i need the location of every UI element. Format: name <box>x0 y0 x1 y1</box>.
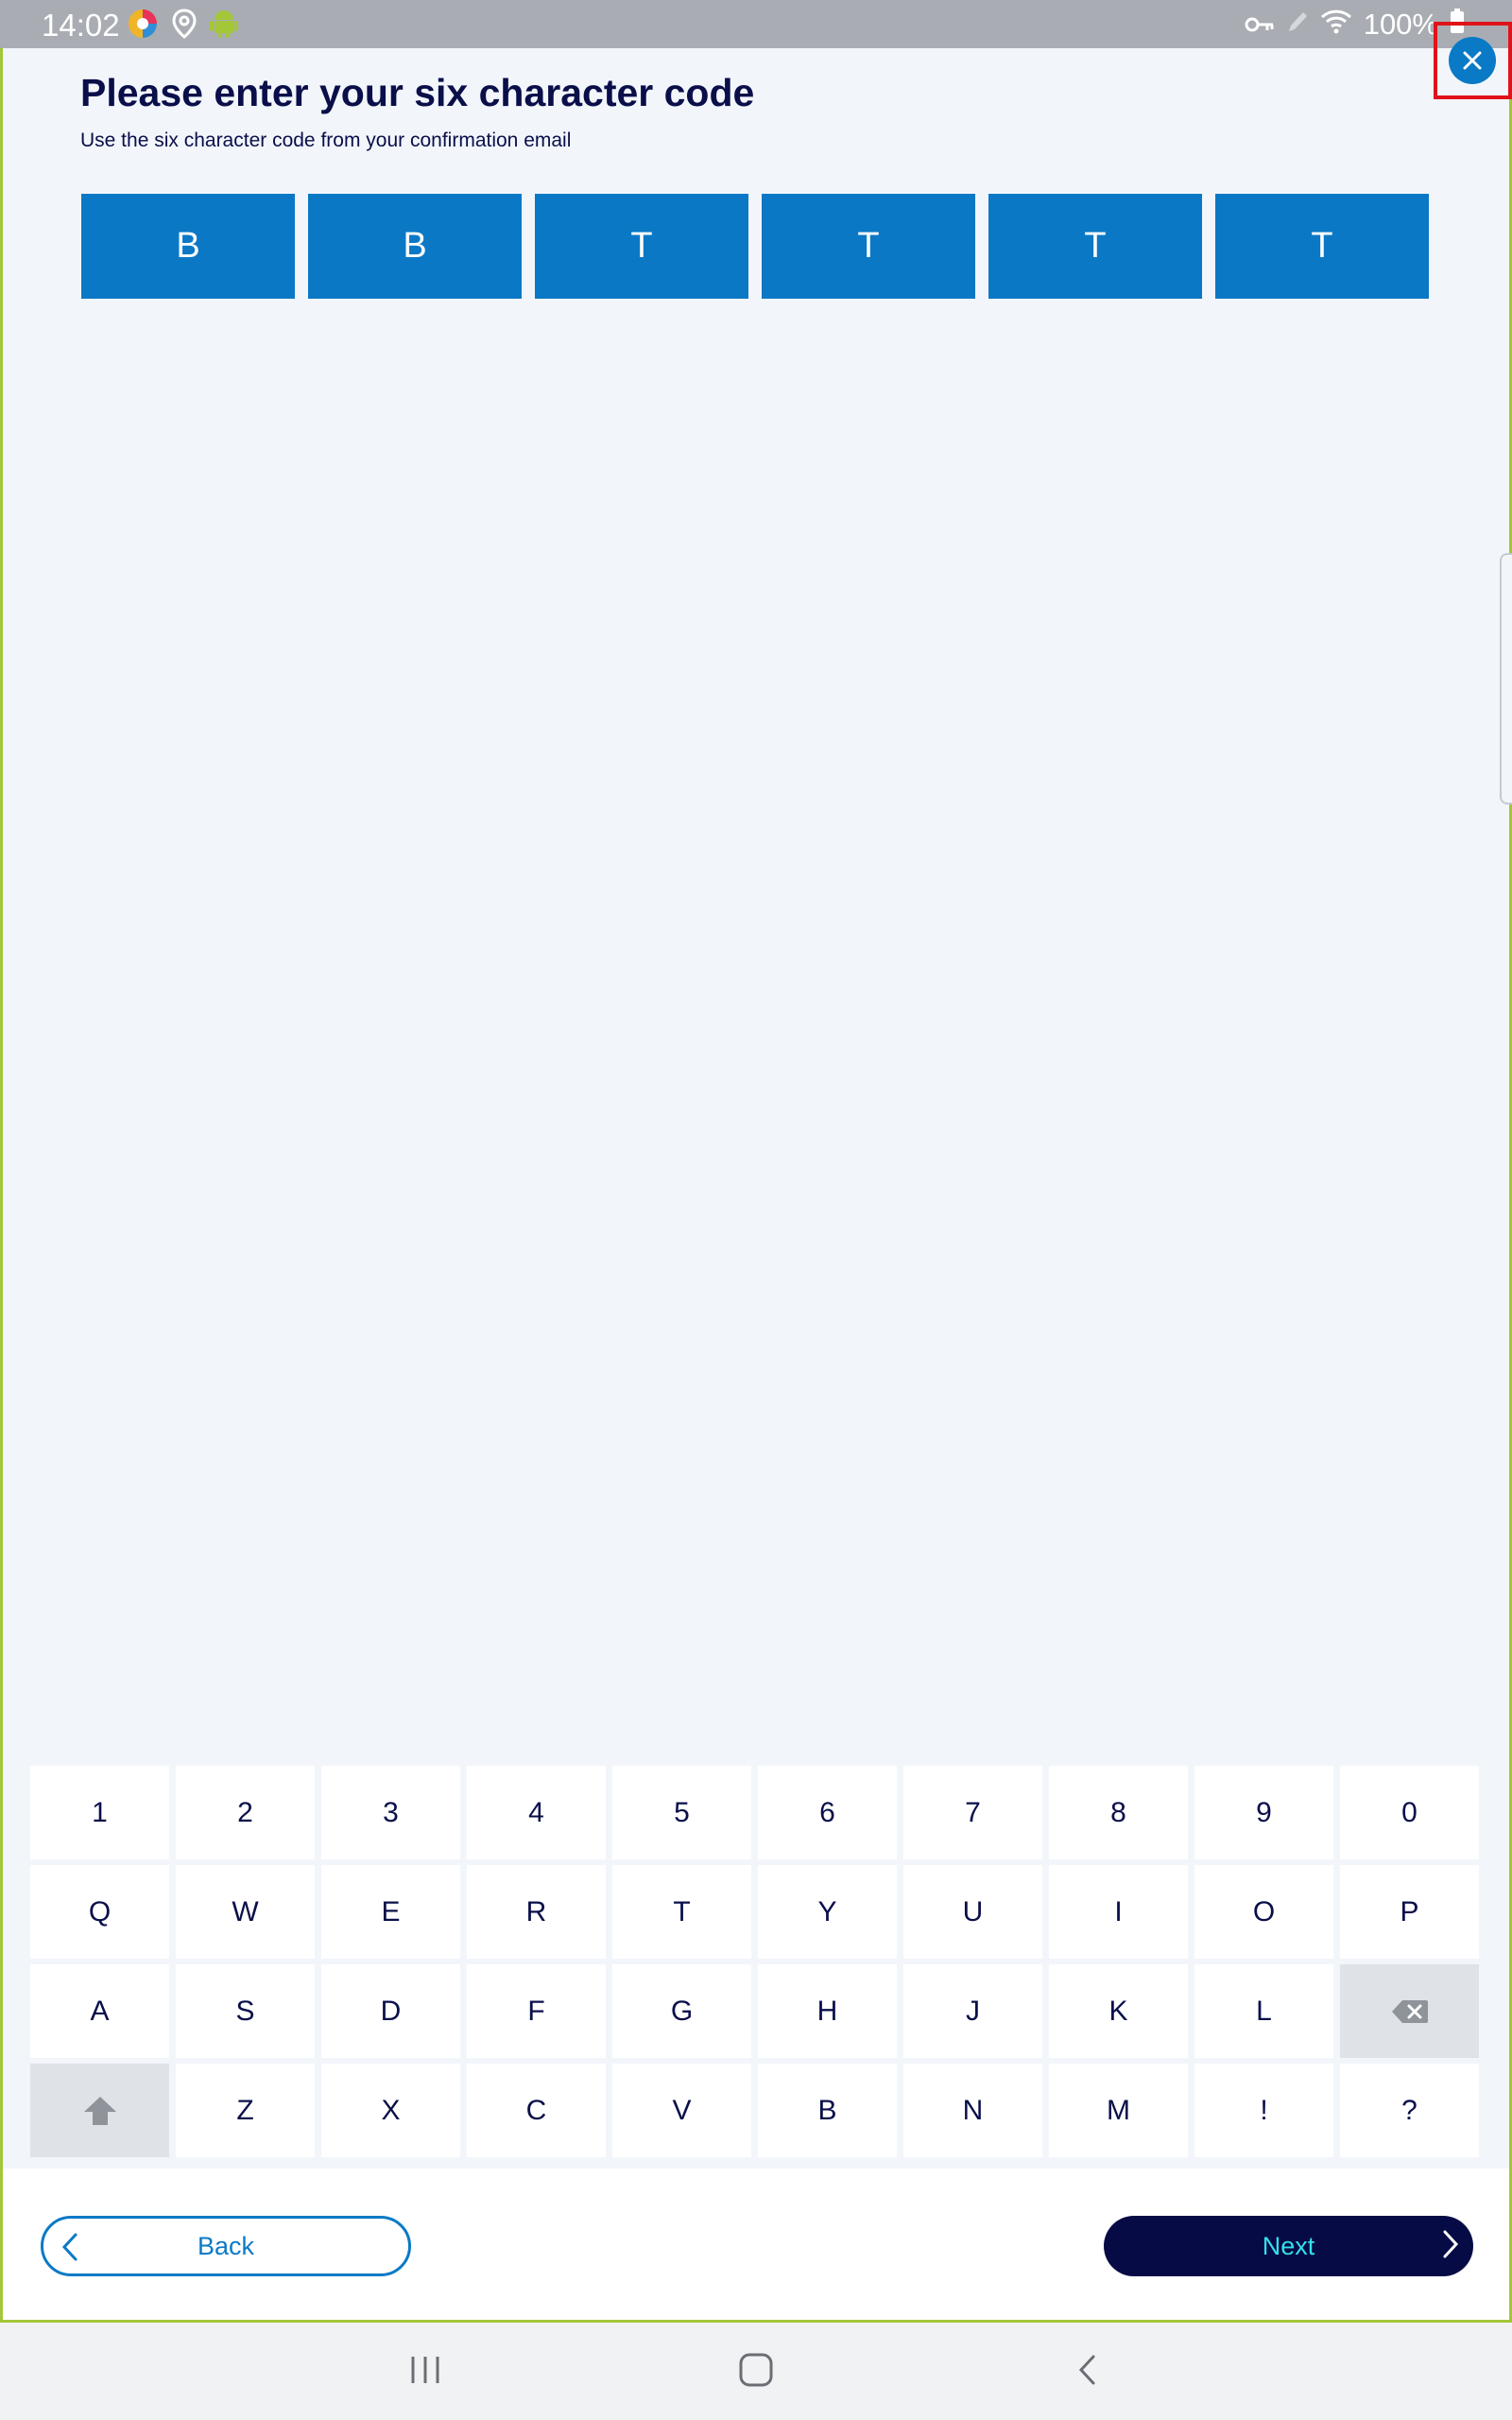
key[interactable]: I <box>1049 1865 1188 1959</box>
status-bar: 14:02 100% <box>0 0 1512 48</box>
back-button-label: Back <box>197 2231 255 2260</box>
key[interactable]: 1 <box>30 1766 169 1859</box>
shift-key[interactable] <box>30 2064 169 2157</box>
key[interactable]: O <box>1194 1865 1333 1959</box>
key[interactable]: 2 <box>176 1766 315 1859</box>
vpn-key-icon <box>1245 8 1275 42</box>
key[interactable]: B <box>758 2064 897 2157</box>
key[interactable]: Z <box>176 2064 315 2157</box>
key[interactable]: 7 <box>903 1766 1042 1859</box>
chevron-right-icon <box>1443 2230 1459 2258</box>
nav-back-icon[interactable] <box>1074 2351 1102 2394</box>
close-button-highlight <box>1434 22 1512 99</box>
key[interactable]: H <box>758 1964 897 2058</box>
key[interactable]: U <box>903 1865 1042 1959</box>
key[interactable]: G <box>612 1964 751 2058</box>
android-icon <box>210 9 238 43</box>
back-button[interactable]: Back <box>41 2216 411 2276</box>
key[interactable]: P <box>1340 1865 1479 1959</box>
code-char-4[interactable]: T <box>762 194 975 299</box>
key[interactable]: Y <box>758 1865 897 1959</box>
app-notification-icon <box>127 8 159 44</box>
keyboard-row-numbers: 1 2 3 4 5 6 7 8 9 0 <box>30 1766 1483 1859</box>
code-char-1[interactable]: B <box>81 194 295 299</box>
code-char-2[interactable]: B <box>308 194 522 299</box>
key[interactable]: 4 <box>467 1766 606 1859</box>
keyboard-row-qwerty: Q W E R T Y U I O P <box>30 1865 1483 1959</box>
wifi-icon <box>1320 8 1352 42</box>
key[interactable]: M <box>1049 2064 1188 2157</box>
key[interactable]: C <box>467 2064 606 2157</box>
status-system-icons: 100% <box>1245 8 1465 42</box>
key[interactable]: K <box>1049 1964 1188 2058</box>
keyboard-row-asdf: A S D F G H J K L <box>30 1964 1483 2058</box>
key[interactable]: 9 <box>1194 1766 1333 1859</box>
scroll-indicator[interactable] <box>1500 553 1512 804</box>
keyboard-row-zxcv: Z X C V B N M ! ? <box>30 2064 1483 2157</box>
chevron-left-icon <box>61 2233 77 2261</box>
key[interactable]: J <box>903 1964 1042 2058</box>
system-navigation-bar <box>0 2323 1512 2420</box>
key[interactable]: D <box>321 1964 460 2058</box>
status-notification-icons <box>127 8 238 44</box>
code-char-5[interactable]: T <box>988 194 1202 299</box>
key[interactable]: N <box>903 2064 1042 2157</box>
next-button[interactable]: Next <box>1104 2216 1473 2276</box>
key[interactable]: X <box>321 2064 460 2157</box>
recent-apps-icon[interactable] <box>408 2351 442 2394</box>
page-title: Please enter your six character code <box>80 71 755 114</box>
status-time: 14:02 <box>42 8 120 43</box>
backspace-key[interactable] <box>1340 1964 1479 2058</box>
page-subtitle: Use the six character code from your con… <box>80 130 572 151</box>
on-screen-keyboard: 1 2 3 4 5 6 7 8 9 0 Q W E R T Y U I O P … <box>30 1766 1483 2163</box>
shift-arrow-icon <box>83 2096 116 2125</box>
code-char-6[interactable]: T <box>1215 194 1429 299</box>
key[interactable]: F <box>467 1964 606 2058</box>
home-icon[interactable] <box>737 2351 775 2394</box>
edit-icon <box>1286 8 1309 42</box>
key[interactable]: ? <box>1340 2064 1479 2157</box>
key[interactable]: S <box>176 1964 315 2058</box>
footer-bar: Back Next <box>3 2169 1509 2320</box>
key[interactable]: 6 <box>758 1766 897 1859</box>
battery-percent: 100% <box>1363 8 1438 41</box>
key[interactable]: L <box>1194 1964 1333 2058</box>
key[interactable]: 3 <box>321 1766 460 1859</box>
key[interactable]: T <box>612 1865 751 1959</box>
key[interactable]: 0 <box>1340 1766 1479 1859</box>
code-char-3[interactable]: T <box>535 194 748 299</box>
key[interactable]: A <box>30 1964 169 2058</box>
location-icon <box>172 9 197 43</box>
key[interactable]: V <box>612 2064 751 2157</box>
backspace-icon <box>1391 1999 1428 2023</box>
key[interactable]: E <box>321 1865 460 1959</box>
key[interactable]: 8 <box>1049 1766 1188 1859</box>
key[interactable]: 5 <box>612 1766 751 1859</box>
key[interactable]: R <box>467 1865 606 1959</box>
next-button-label: Next <box>1262 2231 1315 2260</box>
code-input-row: B B T T T T <box>81 194 1429 299</box>
key[interactable]: Q <box>30 1865 169 1959</box>
key[interactable]: W <box>176 1865 315 1959</box>
key[interactable]: ! <box>1194 2064 1333 2157</box>
